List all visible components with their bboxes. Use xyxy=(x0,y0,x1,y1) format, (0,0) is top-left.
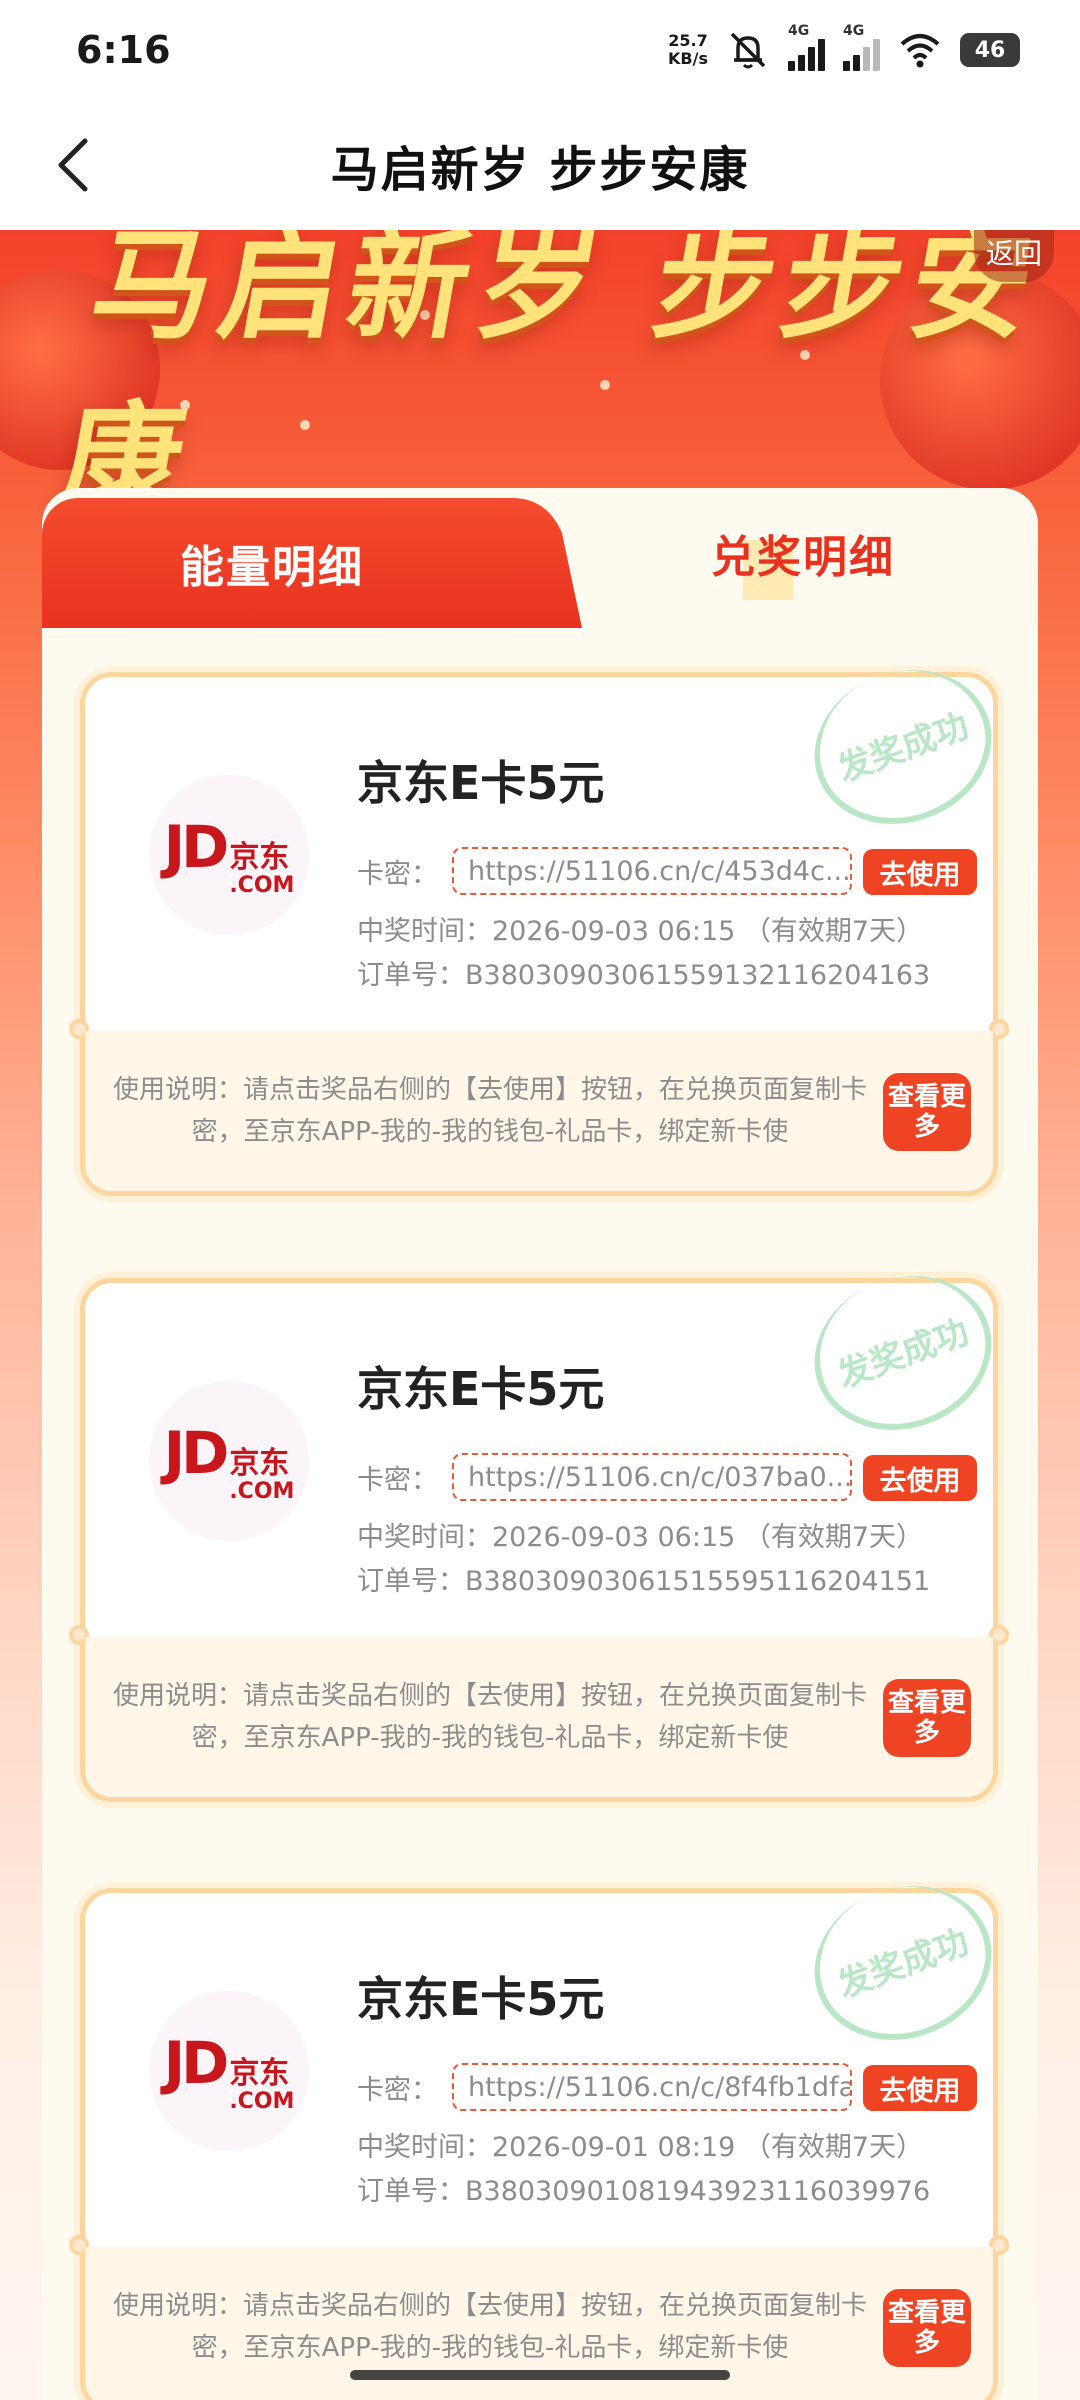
prize-name: 京东E卡5元 xyxy=(357,1972,605,2026)
network-speed-unit: KB/s xyxy=(668,49,708,68)
battery-icon: 46 xyxy=(960,33,1020,67)
mute-bell-icon xyxy=(730,32,766,69)
tab-energy-details[interactable]: 能量明细 xyxy=(42,498,582,628)
signal-1-icon: 4G xyxy=(788,23,825,71)
card-password-value[interactable]: https://51106.cn/c/453d4c... xyxy=(452,847,852,895)
jd-logo: JD 京东 .COM xyxy=(149,1991,309,2151)
success-stamp: 发奖成功 xyxy=(792,645,1014,849)
jd-logo: JD 京东 .COM xyxy=(149,1381,309,1541)
jd-logo-cn: 京东 xyxy=(229,839,290,875)
sim2-type: 4G xyxy=(843,23,865,39)
status-icons: 25.7 KB/s 4G 4G 46 xyxy=(668,23,1020,71)
order-number: 订单号：B3803090306155913211620416​3 xyxy=(357,960,931,991)
sim1-type: 4G xyxy=(788,23,810,39)
status-time: 6:16 xyxy=(76,28,171,72)
use-button[interactable]: 去使用 xyxy=(863,849,977,895)
view-more-button[interactable]: 查看更多 xyxy=(883,2289,971,2367)
card-password-row: 卡密： https://51106.cn/c/037ba0... xyxy=(357,1453,852,1501)
card-password-value[interactable]: https://51106.cn/c/037ba0... xyxy=(452,1453,852,1501)
prize-card: JD 京东 .COM 京东E卡5元 卡密： https://51106.cn/c/… xyxy=(69,1251,1014,1802)
home-indicator[interactable] xyxy=(350,2370,730,2380)
return-button[interactable]: 返回 xyxy=(974,230,1054,282)
prize-name: 京东E卡5元 xyxy=(357,756,605,810)
prize-card-instructions: 使用说明：请点击奖品右侧的【去使用】按钮，在兑换页面复制卡密，至京东APP-我的… xyxy=(85,1031,993,1191)
nav-header: 马启新岁 步步安康 xyxy=(0,100,1080,230)
chevron-left-icon xyxy=(58,138,88,192)
jd-logo-text: JD xyxy=(163,1418,230,1487)
win-time: 中奖时间：2026-09-03 06:15 （有效期7天） xyxy=(357,1522,924,1553)
page-title: 马启新岁 步步安康 xyxy=(330,142,750,198)
back-button[interactable] xyxy=(38,130,108,200)
win-time: 中奖时间：2026-09-01 08:19 （有效期7天） xyxy=(357,2132,924,2163)
card-password-value[interactable]: https://51106.cn/c/8f4fb1dfaf xyxy=(452,2063,852,2111)
tab-prize-label: 兑奖明细 xyxy=(711,532,895,583)
jd-logo-com: .COM xyxy=(229,1478,295,1504)
use-button[interactable]: 去使用 xyxy=(863,1455,977,1501)
jd-logo: JD 京东 .COM xyxy=(149,775,309,935)
jd-logo-text: JD xyxy=(163,2028,230,2097)
card-password-row: 卡密： https://51106.cn/c/453d4c... xyxy=(357,847,852,895)
success-stamp: 发奖成功 xyxy=(792,1251,1014,1455)
use-button[interactable]: 去使用 xyxy=(863,2065,977,2111)
card-password-label: 卡密： xyxy=(357,858,438,890)
tab-prize-details[interactable]: 兑奖明细 xyxy=(518,488,1038,618)
card-password-label: 卡密： xyxy=(357,1464,438,1496)
prize-card-instructions: 使用说明：请点击奖品右侧的【去使用】按钮，在兑换页面复制卡密，至京东APP-我的… xyxy=(85,1637,993,1797)
prize-card-info: JD 京东 .COM 京东E卡5元 卡密： https://51106.cn/c/… xyxy=(85,645,1014,1031)
jd-logo-com: .COM xyxy=(229,872,295,898)
wifi-icon xyxy=(900,34,940,68)
view-more-button[interactable]: 查看更多 xyxy=(883,1679,971,1757)
prize-panel: 能量明细 兑奖明细 JD 京东 .COM 京东E卡5元 卡密： https://5… xyxy=(42,488,1038,2400)
network-speed-value: 25.7 xyxy=(668,31,708,50)
tab-bar: 能量明细 兑奖明细 xyxy=(42,488,1038,618)
instructions-text: 使用说明：请点击奖品右侧的【去使用】按钮，在兑换页面复制卡密，至京东APP-我的… xyxy=(112,1681,867,1753)
jd-logo-text: JD xyxy=(163,812,230,881)
success-stamp: 发奖成功 xyxy=(792,1861,1014,2065)
prize-name: 京东E卡5元 xyxy=(357,1362,605,1416)
network-speed: 25.7 KB/s xyxy=(668,32,708,68)
prize-card: JD 京东 .COM 京东E卡5元 卡密： https://51106.cn/c/… xyxy=(69,1861,1014,2400)
prize-card-info: JD 京东 .COM 京东E卡5元 卡密： https://51106.cn/c/… xyxy=(85,1251,1014,1637)
order-number: 订单号：B38030903061515595116204151 xyxy=(357,1566,931,1597)
signal-2-icon: 4G xyxy=(843,23,880,71)
status-bar: 6:16 25.7 KB/s 4G 4G 46 xyxy=(0,0,1080,100)
jd-logo-com: .COM xyxy=(229,2088,295,2114)
prize-card: JD 京东 .COM 京东E卡5元 卡密： https://51106.cn/c/… xyxy=(69,645,1014,1196)
card-password-row: 卡密： https://51106.cn/c/8f4fb1dfaf xyxy=(357,2063,852,2111)
win-time: 中奖时间：2026-09-03 06:15 （有效期7天） xyxy=(357,916,924,947)
card-password-label: 卡密： xyxy=(357,2074,438,2106)
instructions-text: 使用说明：请点击奖品右侧的【去使用】按钮，在兑换页面复制卡密，至京东APP-我的… xyxy=(112,1075,867,1147)
jd-logo-cn: 京东 xyxy=(229,2055,290,2091)
prize-card-info: JD 京东 .COM 京东E卡5元 卡密： https://51106.cn/c/… xyxy=(85,1861,1014,2247)
jd-logo-cn: 京东 xyxy=(229,1445,290,1481)
instructions-text: 使用说明：请点击奖品右侧的【去使用】按钮，在兑换页面复制卡密，至京东APP-我的… xyxy=(112,2291,867,2363)
order-number: 订单号：B38030901081943923116039976 xyxy=(357,2176,931,2207)
view-more-button[interactable]: 查看更多 xyxy=(883,1073,971,1151)
